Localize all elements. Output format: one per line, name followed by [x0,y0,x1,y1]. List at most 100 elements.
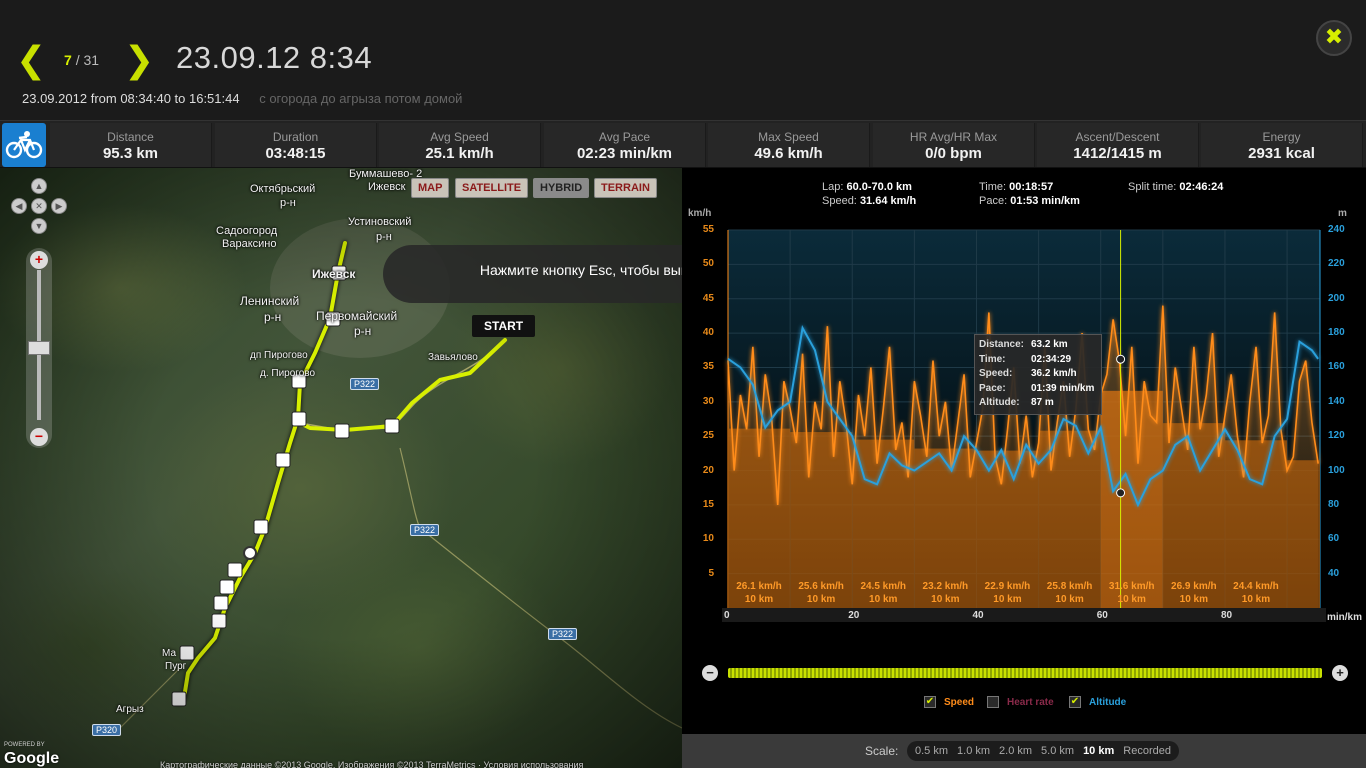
map-place-label: р-н [354,324,372,338]
stat-value: 02:23 min/km [576,145,673,162]
lap-label: 31.6 km/h 10 km [1101,580,1163,606]
road-badge: P322 [350,378,380,390]
workout-date: 23.09.2012 [22,91,88,106]
stat-label: Energy [1262,130,1301,144]
map-place-label: Садоогород [216,225,278,237]
map-type-satellite[interactable]: SATELLITE [455,178,529,198]
map-copyright[interactable]: Картографические данные ©2013 Google, Из… [160,760,583,768]
stat-heart-rate: HR Avg/HR Max 0/0 bpm [873,123,1035,167]
y-right-tick: 100 [1328,464,1345,476]
lap-distance-text: 10 km [1117,594,1146,605]
map-place-label: Агрыз [116,704,144,715]
scale-option-active[interactable]: 10 km [1083,745,1114,757]
stat-avg-speed: Avg Speed 25.1 km/h [379,123,541,167]
lap-speed-text: 24.5 km/h [860,581,907,592]
scale-option[interactable]: 2.0 km [999,745,1032,757]
scale-option[interactable]: 0.5 km [915,745,948,757]
google-logo[interactable]: Google [4,750,59,768]
chevron-right-icon[interactable]: ❯ [124,40,154,80]
scale-option[interactable]: Recorded [1123,745,1171,757]
map-type-hybrid[interactable]: HYBRID [533,178,590,198]
map-type-terrain[interactable]: TERRAIN [594,178,657,198]
legend-altitude[interactable]: ✔ Altitude [1069,696,1126,708]
y-right-tick: 40 [1328,567,1340,579]
lap-speed-text: 25.6 km/h [798,581,844,592]
tooltip-key: Pace: [979,382,1006,394]
road-badge: P322 [548,628,578,640]
start-marker[interactable]: START [472,315,536,337]
lap-label: 26.1 km/h 10 km [728,580,790,606]
stats-bar: Distance 95.3 km Duration 03:48:15 Avg S… [0,120,1366,168]
stat-label: Distance [107,130,154,144]
map-place-label: Устиновский [348,216,412,228]
x-tick: 20 [848,610,860,621]
legend-label: Altitude [1089,696,1127,708]
zoom-in-button[interactable]: + [30,251,48,269]
stat-label: Ascent/Descent [1075,130,1160,144]
lap-distance-text: 10 km [1055,594,1084,605]
chevron-left-icon[interactable]: ❮ [16,40,46,80]
y-right-tick: 220 [1328,258,1345,270]
altitude-checkbox[interactable]: ✔ [1069,696,1081,708]
lap-label: 25.6 km/h 10 km [790,580,852,606]
tooltip-row: Time: 02:34:29 [979,353,1097,368]
tooltip-value: 01:39 min/km [1031,382,1095,394]
zoom-out-chart-button[interactable]: − [702,665,718,681]
zoom-out-button[interactable]: − [30,428,48,446]
y-right-tick: 240 [1328,224,1345,235]
page-title: 23.09.12 8:34 [176,40,373,75]
stat-avg-pace: Avg Pace 02:23 min/km [544,123,706,167]
stat-max-speed: Max Speed 49.6 km/h [708,123,870,167]
tooltip-value: 02:34:29 [1031,353,1072,365]
legend-speed[interactable]: ✔ Speed [924,696,974,708]
workout-note[interactable]: с огорода до агрыза потом домой [259,91,462,106]
stat-label: Avg Pace [598,130,651,144]
app-root: ❮ 7 / 31 ❯ 23.09.12 8:34 23.09.2012 from… [0,0,1366,768]
y-left-tick: 55 [702,224,714,235]
zoom-in-chart-button[interactable]: + [1332,665,1348,681]
lap-speed-text: 25.8 km/h [1046,581,1093,592]
arrow-down-icon[interactable]: ▼ [31,218,47,234]
route-map[interactable]: Буммашево- 2 Октябрьский р-н Ижевск Усти… [0,168,682,768]
map-place-label: Вараксино [222,238,277,250]
x-tick: 40 [972,610,984,621]
chart-panel: Lap: 60.0-70.0 km Speed: 31.64 km/h Time… [682,168,1366,734]
lap-speed-text: 26.1 km/h [736,581,782,592]
y-right-tick: 200 [1328,292,1345,304]
map-place-label: Октябрьский [250,183,316,195]
lap-distance-text: 10 km [993,594,1022,605]
lap-label: 23.2 km/h 10 km [914,580,976,606]
map-type-map[interactable]: MAP [411,178,450,198]
stat-label: Duration [272,130,319,144]
arrow-right-icon[interactable]: ▶ [51,198,67,214]
counter-total: / 31 [75,52,100,68]
x-tick: 60 [1096,610,1108,621]
scale-option[interactable]: 5.0 km [1041,745,1074,757]
heart-rate-checkbox[interactable] [987,696,999,708]
range-slider-bar[interactable] [728,668,1322,678]
close-icon[interactable]: ✖ [1316,20,1352,56]
scale-label: Scale: [865,744,899,758]
speed-checkbox[interactable]: ✔ [924,696,936,708]
fullscreen-toast: Нажмите кнопку Esc, чтобы выйти из полно… [383,245,682,303]
road-badge: P322 [410,524,440,536]
zoom-slider-handle[interactable] [28,341,50,355]
counter-current: 7 [64,52,72,68]
y-left-tick: 30 [702,395,714,407]
map-place-label: р-н [264,310,282,324]
scale-option[interactable]: 1.0 km [957,745,990,757]
stat-value: 49.6 km/h [754,145,823,162]
bicycle-icon[interactable] [2,123,46,167]
legend-heart-rate[interactable]: Heart rate [987,696,1054,708]
arrow-up-icon[interactable]: ▲ [31,178,47,194]
lap-speed-text: 31.6 km/h [1108,581,1155,592]
stat-value: 03:48:15 [265,145,326,162]
stat-value: 0/0 bpm [925,145,982,162]
y-right-tick: 180 [1328,327,1345,339]
y-left-tick: 50 [702,258,714,270]
stat-ascent-descent: Ascent/Descent 1412/1415 m [1037,123,1199,167]
center-icon[interactable]: ✕ [31,198,47,214]
arrow-left-icon[interactable]: ◀ [11,198,27,214]
y-left-tick: 5 [708,567,714,579]
tooltip-value: 63.2 km [1031,339,1068,350]
